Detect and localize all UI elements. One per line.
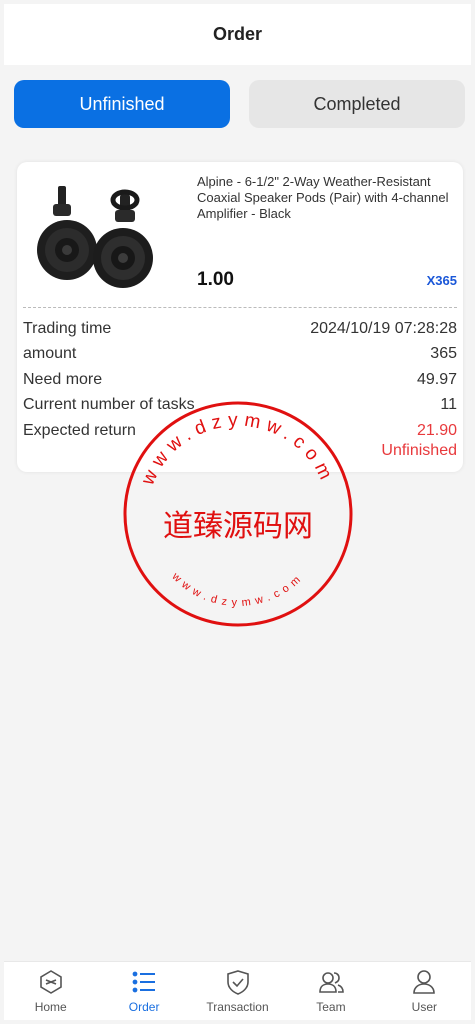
quantity: X365	[426, 273, 457, 288]
tabbar-label: User	[411, 1000, 437, 1014]
shield-check-icon	[226, 970, 249, 995]
dashed-divider	[23, 307, 457, 308]
detail-row-need-more: Need more 49.97	[23, 367, 457, 393]
tabbar-item-team[interactable]: Team	[284, 962, 377, 1020]
user-icon	[413, 970, 436, 994]
tabbar-item-user[interactable]: User	[378, 962, 471, 1020]
watermark-stamp: www.dzymw.com www.dzymw.com 道臻源码网	[123, 401, 353, 627]
stamp-ring-top: www.dzymw.com	[137, 410, 332, 489]
detail-row-trading-time: Trading time 2024/10/19 07:28:28	[23, 316, 457, 342]
tabbar-item-order[interactable]: Order	[97, 962, 190, 1020]
unit-price: 1.00	[197, 269, 234, 290]
detail-value: 11	[440, 396, 457, 414]
detail-label: Need more	[23, 370, 103, 388]
svg-text:www.dzymw.com: www.dzymw.com	[137, 410, 338, 489]
tabbar-item-home[interactable]: Home	[4, 962, 97, 1020]
order-status: Unfinished	[381, 442, 457, 459]
detail-row-amount: amount 365	[23, 342, 457, 368]
stamp-ring-bottom: www.dzymw.com	[169, 570, 302, 609]
product-image	[37, 186, 153, 288]
bottom-tab-bar: Home Order Transaction Team User	[4, 961, 471, 1020]
tab-completed[interactable]: Completed	[249, 80, 465, 128]
detail-label: Trading time	[23, 319, 112, 337]
tabbar-label: Home	[34, 1000, 67, 1014]
detail-value: 49.97	[416, 370, 457, 388]
detail-value: 365	[430, 345, 457, 363]
detail-value: 2024/10/19 07:28:28	[310, 319, 457, 337]
team-icon	[319, 972, 344, 993]
detail-label: Expected return	[23, 421, 136, 439]
page-header: Order	[4, 4, 471, 65]
product-title: Alpine - 6-1/2" 2-Way Weather-Resistant …	[197, 174, 449, 221]
detail-value: 21.90	[416, 421, 457, 439]
home-icon	[39, 970, 62, 994]
stamp-center-text: 道臻源码网	[163, 509, 313, 544]
tabbar-label: Team	[316, 1000, 346, 1014]
tab-unfinished[interactable]: Unfinished	[14, 80, 230, 128]
detail-label: amount	[23, 345, 77, 363]
order-tabs: Unfinished Completed	[14, 80, 465, 128]
svg-text:www.dzymw.com: www.dzymw.com	[169, 570, 307, 609]
order-list-icon	[132, 971, 156, 993]
tabbar-label: Transaction	[206, 1000, 269, 1014]
page-title: Order	[212, 24, 263, 44]
tabbar-label: Order	[128, 1000, 160, 1014]
tabbar-item-transaction[interactable]: Transaction	[191, 962, 284, 1020]
